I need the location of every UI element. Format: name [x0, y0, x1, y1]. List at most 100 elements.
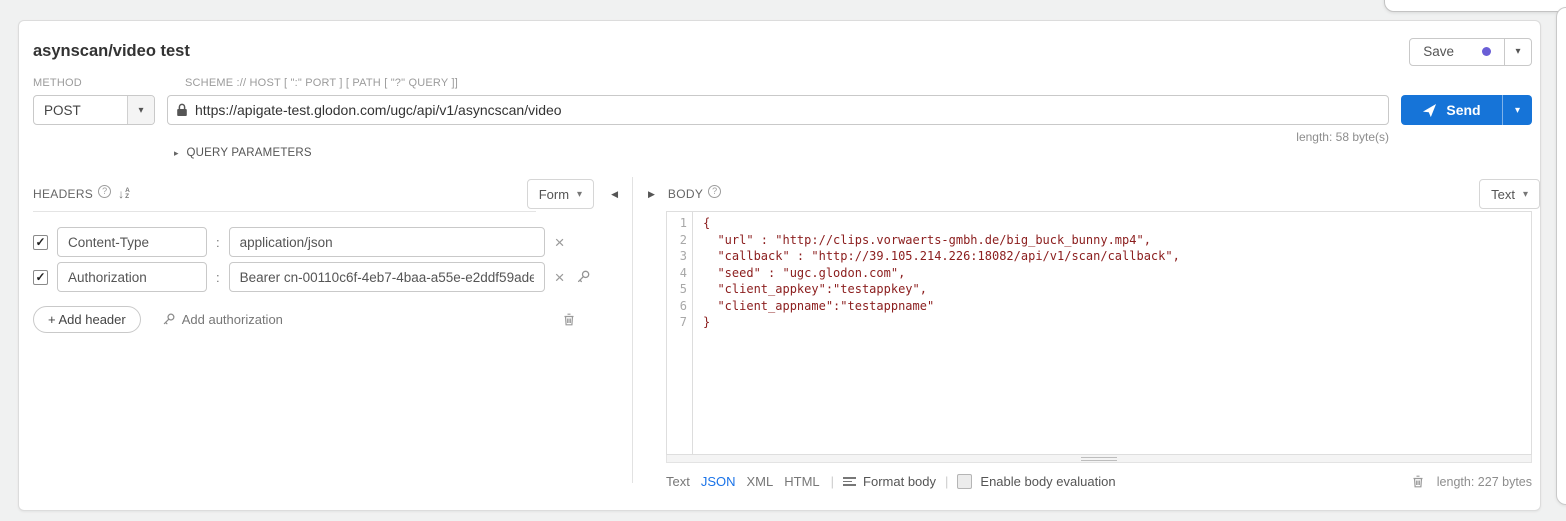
paper-plane-icon [1422, 103, 1437, 118]
format-body-button[interactable]: Format body [843, 474, 936, 489]
sort-headers-icon[interactable]: ↓ AZ [118, 188, 130, 200]
body-panel: ▶ BODY ? Text ▾ 1234567 { "url" : "http:… [632, 177, 1540, 495]
save-split-button: Save ▾ [1409, 38, 1532, 66]
scheme-label: SCHEME :// HOST [ ":" PORT ] [ PATH [ "?… [167, 77, 1389, 89]
line-number: 3 [667, 248, 687, 265]
code-line: "callback" : "http://39.105.214.226:1808… [703, 248, 1531, 265]
title-row: asynscan/video test Save ▾ [19, 21, 1540, 67]
lock-icon [176, 103, 188, 117]
expand-triangle-icon: ▸ [174, 148, 179, 159]
request-editor-card: asynscan/video test Save ▾ METHOD SCHEME… [18, 20, 1541, 511]
unsaved-changes-dot-icon [1482, 47, 1491, 56]
chevron-down-icon: ▾ [1515, 46, 1520, 57]
clear-headers-trash-icon[interactable] [562, 312, 576, 327]
header-value-input[interactable] [229, 227, 545, 257]
query-parameters-label: QUERY PARAMETERS [187, 147, 312, 159]
header-rows-list: ✓ : × ✓ [33, 227, 622, 292]
format-tab-html[interactable]: HTML [784, 474, 819, 489]
collapse-right-panel-icon[interactable]: ▶ [644, 187, 659, 202]
body-footer-toolbar: Text JSON XML HTML | Format body | Enable b… [666, 474, 1532, 489]
evaluation-label: Enable body evaluation [980, 474, 1115, 489]
line-number: 5 [667, 281, 687, 298]
remove-header-icon[interactable]: × [554, 234, 566, 251]
panel-divider [632, 177, 633, 483]
separator: | [831, 474, 834, 489]
headers-view-mode-value: Form [539, 187, 569, 202]
query-parameters-toggle[interactable]: ▸ QUERY PARAMETERS [167, 147, 1389, 159]
partial-right-panel [1556, 7, 1566, 505]
code-area[interactable]: { "url" : "http://clips.vorwaerts-gmbh.d… [693, 212, 1531, 454]
line-number: 4 [667, 265, 687, 282]
evaluation-checkbox[interactable] [957, 474, 972, 489]
auth-key-icon[interactable] [575, 269, 591, 285]
headers-header-underline [33, 211, 536, 212]
header-name-input[interactable] [57, 262, 207, 292]
chevron-down-icon: ▾ [138, 105, 143, 116]
line-number: 7 [667, 314, 687, 331]
remove-header-icon[interactable]: × [554, 269, 566, 286]
body-view-mode-dropdown[interactable]: Text ▾ [1479, 179, 1540, 209]
code-line: "seed" : "ugc.glodon.com", [703, 265, 1531, 282]
auth-key-icon [161, 312, 176, 327]
code-line: "client_appname":"testappname" [703, 298, 1531, 315]
headers-title: HEADERS [33, 187, 93, 201]
add-header-button[interactable]: + Add header [33, 306, 141, 333]
save-options-dropdown-button[interactable]: ▾ [1504, 39, 1531, 65]
line-number: 2 [667, 232, 687, 249]
format-tab-text[interactable]: Text [666, 474, 690, 489]
clear-body-trash-icon[interactable] [1411, 474, 1425, 489]
body-panel-header: ▶ BODY ? Text ▾ [644, 177, 1540, 211]
code-line: "url" : "http://clips.vorwaerts-gmbh.de/… [703, 232, 1531, 249]
send-split-button: Send ▾ [1401, 95, 1532, 125]
method-label: METHOD [33, 77, 155, 89]
headers-view-mode-dropdown[interactable]: Form ▾ [527, 179, 594, 209]
method-dropdown-button[interactable]: ▾ [127, 96, 154, 124]
enable-body-evaluation-toggle[interactable]: Enable body evaluation [957, 474, 1115, 489]
format-lines-icon [843, 477, 856, 486]
header-enabled-checkbox[interactable]: ✓ [33, 270, 48, 285]
send-button[interactable]: Send [1401, 95, 1502, 125]
format-tabs: Text JSON XML HTML [666, 474, 831, 489]
url-input[interactable] [195, 102, 1380, 118]
send-options-dropdown-button[interactable]: ▾ [1502, 95, 1532, 125]
format-tab-xml[interactable]: XML [747, 474, 774, 489]
body-code-editor[interactable]: 1234567 { "url" : "http://clips.vorwaert… [666, 211, 1532, 455]
partial-top-right-panel [1384, 0, 1566, 12]
url-field [167, 95, 1389, 125]
request-line: METHOD SCHEME :// HOST [ ":" PORT ] [ PA… [19, 67, 1540, 159]
collapse-left-panel-icon[interactable]: ◀ [607, 187, 622, 202]
headers-panel: HEADERS ? ↓ AZ Form ▾ ◀ [19, 177, 632, 495]
separator: | [945, 474, 948, 489]
help-icon[interactable]: ? [98, 185, 111, 198]
chevron-down-icon: ▾ [1523, 189, 1528, 200]
headers-actions-row: + Add header Add authorization [33, 306, 622, 333]
header-value-input[interactable] [229, 262, 545, 292]
method-value: POST [34, 96, 127, 124]
editor-resize-handle[interactable] [666, 455, 1532, 463]
code-line: "client_appkey":"testappkey", [703, 281, 1531, 298]
code-line: { [703, 215, 1531, 232]
header-row: ✓ : × [33, 227, 622, 257]
body-length-text: length: 227 bytes [1437, 475, 1532, 489]
help-icon[interactable]: ? [708, 185, 721, 198]
format-tab-json[interactable]: JSON [701, 474, 736, 489]
colon-separator: : [216, 235, 220, 250]
chevron-down-icon: ▾ [1515, 105, 1520, 116]
colon-separator: : [216, 270, 220, 285]
save-button[interactable]: Save [1410, 39, 1504, 65]
line-number: 6 [667, 298, 687, 315]
header-row: ✓ : × [33, 262, 622, 292]
method-select[interactable]: POST ▾ [33, 95, 155, 125]
add-authorization-label: Add authorization [182, 312, 283, 327]
body-title: BODY [668, 187, 703, 201]
line-number: 1 [667, 215, 687, 232]
header-name-input[interactable] [57, 227, 207, 257]
header-enabled-checkbox[interactable]: ✓ [33, 235, 48, 250]
url-length-text: length: 58 byte(s) [167, 130, 1389, 144]
body-view-mode-value: Text [1491, 187, 1515, 202]
chevron-down-icon: ▾ [577, 189, 582, 200]
save-button-label: Save [1423, 44, 1454, 59]
add-authorization-button[interactable]: Add authorization [161, 312, 283, 327]
code-line: } [703, 314, 1531, 331]
app-window: asynscan/video test Save ▾ METHOD SCHEME… [0, 0, 1566, 521]
